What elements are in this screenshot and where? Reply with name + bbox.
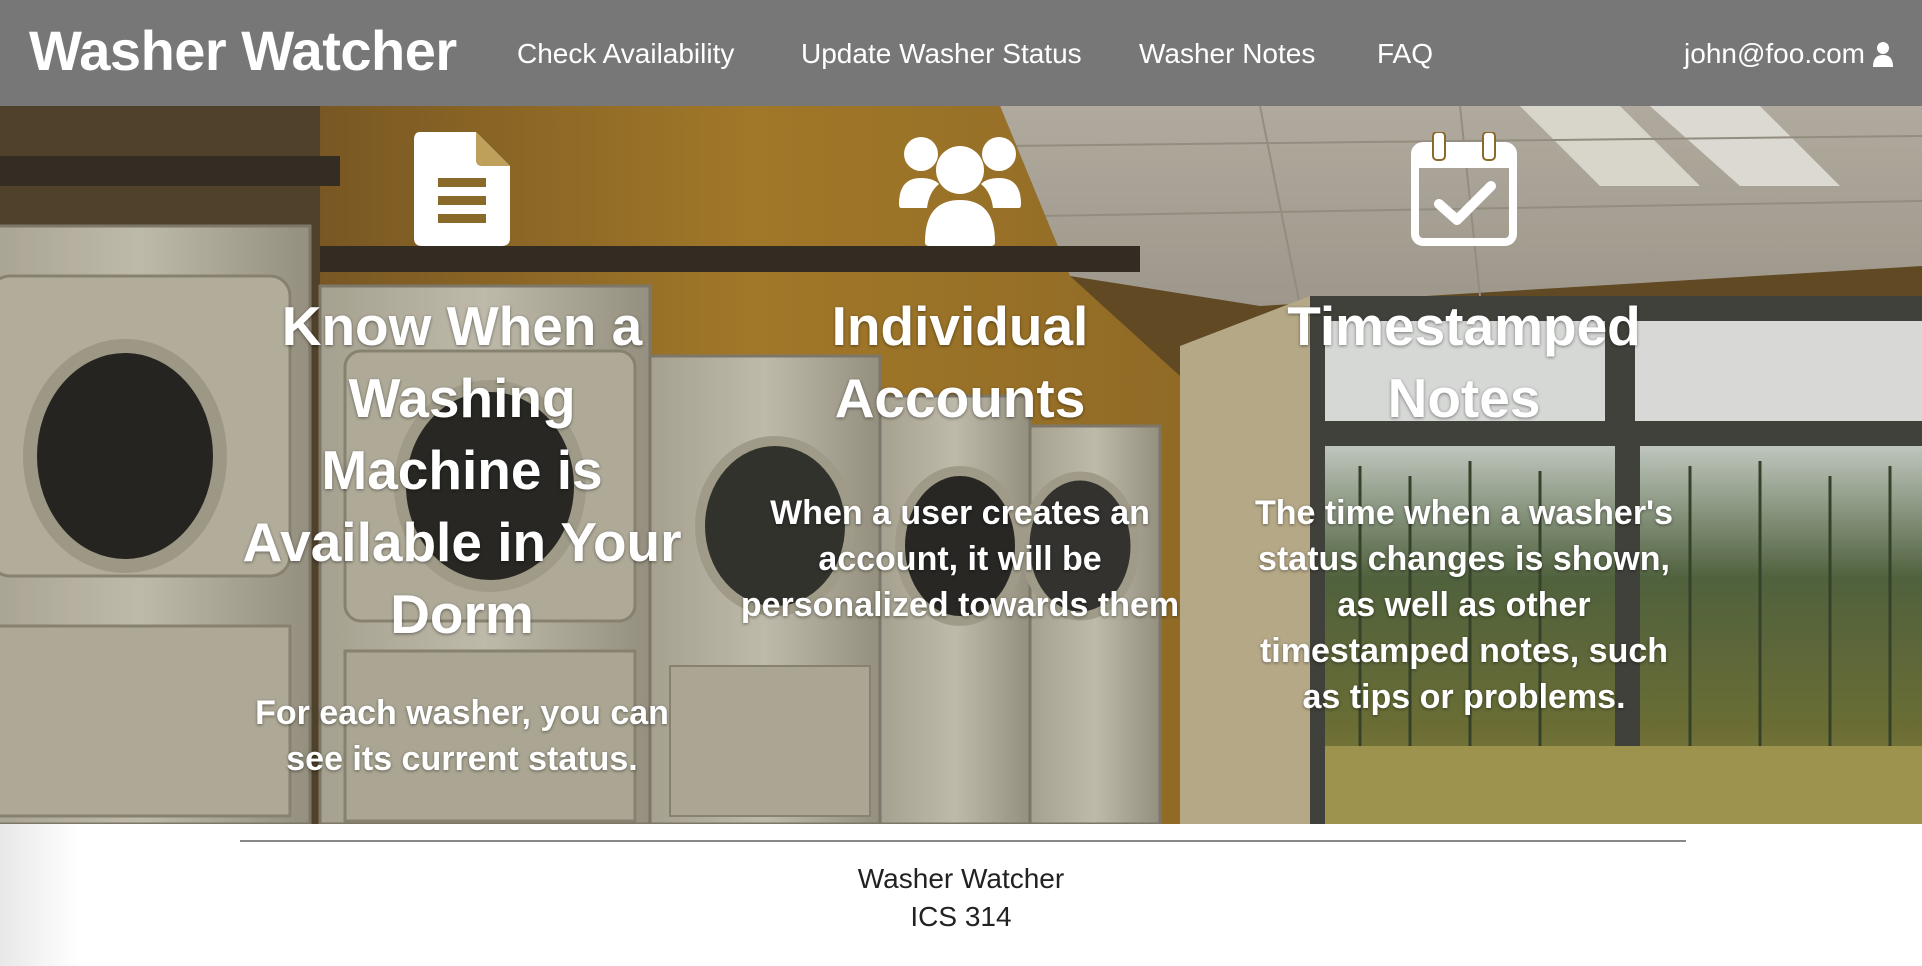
nav-link-update-washer-status[interactable]: Update Washer Status [801, 38, 1082, 70]
feature-accounts-text: When a user creates an account, it will … [740, 494, 1180, 624]
footer-course: ICS 314 [910, 901, 1012, 932]
feature-accounts-title: Individual Accounts [831, 295, 1089, 429]
nav-link-washer-notes[interactable]: Washer Notes [1139, 38, 1315, 70]
user-email: john@foo.com [1684, 38, 1865, 69]
brand-logo-link[interactable]: Washer Watcher [29, 18, 457, 83]
feature-timestamps: Timestamped Notes The time when a washer… [1238, 106, 1690, 720]
feature-availability: Know When a Washing Machine is Available… [236, 106, 688, 782]
footer-text: Washer Watcher ICS 314 [0, 860, 1922, 936]
nav-link-faq[interactable]: FAQ [1377, 38, 1433, 70]
footer-app-name: Washer Watcher [857, 863, 1065, 894]
user-icon [1873, 42, 1893, 67]
navbar: Washer Watcher Check Availability Update… [0, 0, 1922, 106]
hero-banner: Know When a Washing Machine is Available… [0, 106, 1922, 824]
users-icon [899, 137, 1021, 246]
user-menu[interactable]: john@foo.com [1684, 38, 1893, 70]
feature-timestamps-text: The time when a washer's status changes … [1254, 494, 1674, 716]
feature-accounts: Individual Accounts When a user creates … [730, 106, 1190, 628]
calendar-check-icon [1411, 132, 1517, 246]
footer-divider [240, 840, 1686, 842]
document-icon [414, 132, 510, 246]
footer: Washer Watcher ICS 314 [0, 824, 1922, 966]
feature-availability-title: Know When a Washing Machine is Available… [242, 295, 682, 645]
feature-timestamps-title: Timestamped Notes [1287, 295, 1641, 429]
nav-link-check-availability[interactable]: Check Availability [517, 38, 734, 70]
feature-availability-text: For each washer, you can see its current… [255, 694, 669, 778]
